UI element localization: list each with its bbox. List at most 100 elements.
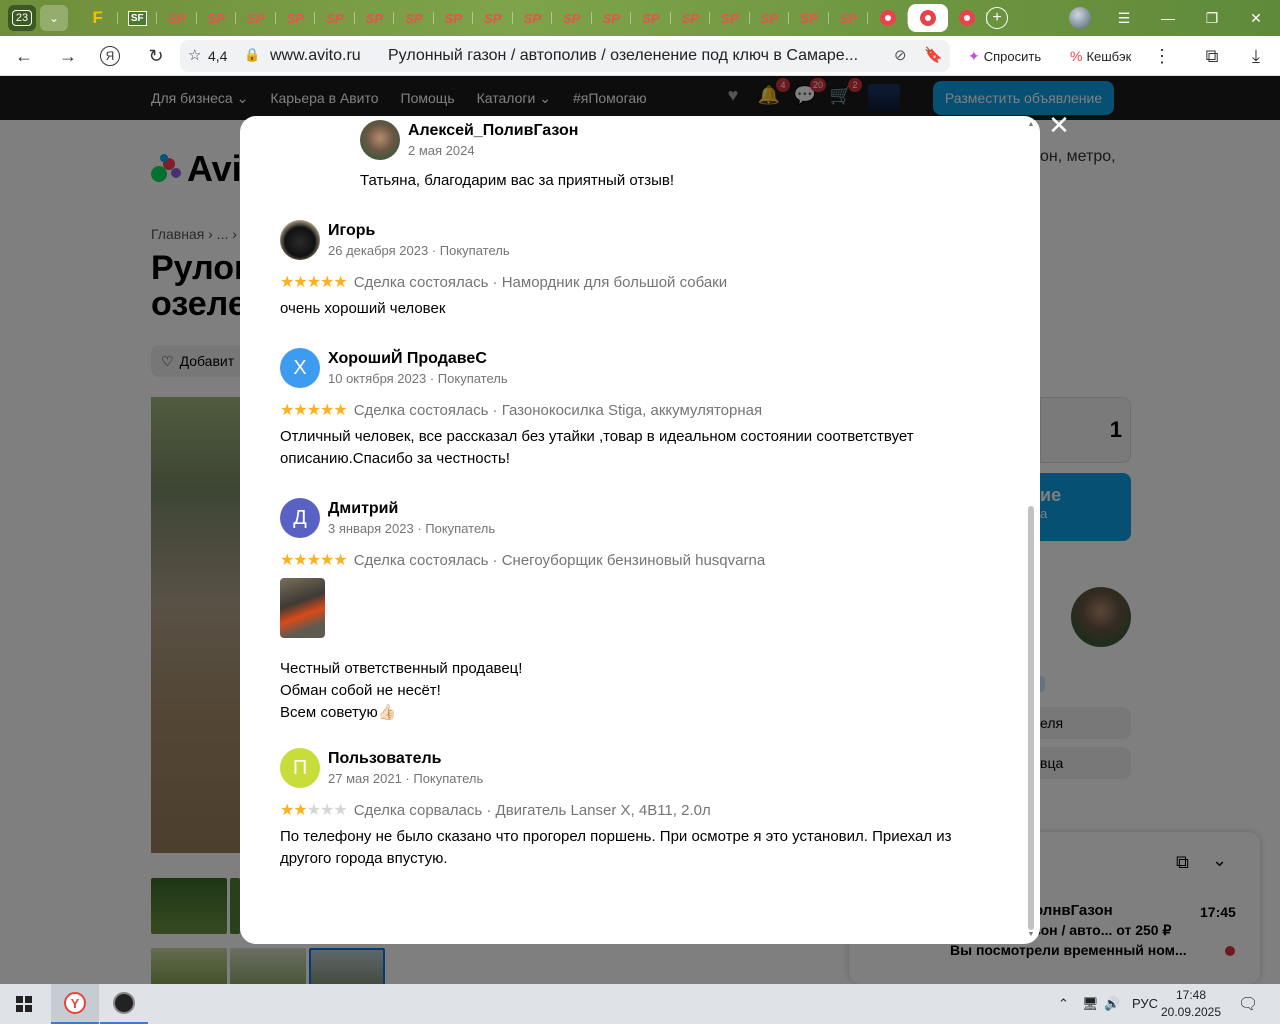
review-rating-row: ★★★★★ Сделка состоялась · Газонокосилка S… [280,400,762,420]
tab-sp[interactable]: SP [473,4,513,32]
clock[interactable]: 17:48 20.09.2025 [1160,987,1222,1021]
clock-time: 17:48 [1175,988,1207,1002]
seller-avatar-small [360,120,400,160]
forward-icon[interactable]: → [56,44,80,68]
notifications-icon[interactable]: 🗨 [1238,994,1258,1014]
more-icon[interactable]: ⋮ [1150,44,1174,68]
download-icon[interactable]: ⤓ [1244,44,1268,68]
browser-tab-strip: 23 ⌄ F SF SP SP SP SP SP SP SP SP SP SP SP SP SP SP SP SP… [0,0,1280,36]
network-icon[interactable]: 🖥 [1082,996,1099,1012]
windows-start-icon[interactable] [0,984,48,1024]
extension-icon[interactable]: ⊘ [894,46,907,64]
scrollbar-thumb[interactable] [1028,506,1034,930]
collections-icon[interactable]: ⧉ [1200,44,1224,68]
tab-sp[interactable]: SP [315,4,355,32]
ask-button[interactable]: ✦ Спросить [962,42,1048,70]
reviewer-name[interactable]: ХорошиЙ ПродавеС [328,350,487,368]
close-window-icon[interactable]: ✕ [1236,0,1276,36]
reviewer-avatar[interactable]: Д [280,498,320,538]
reload-icon[interactable]: ↻ [144,44,168,68]
profile-avatar[interactable] [1069,7,1091,29]
tray-chevron-icon[interactable]: ⌃ [1058,996,1069,1012]
reviewer-avatar[interactable] [280,220,320,260]
tab-record-icon[interactable] [948,4,988,32]
tab-sp[interactable]: SP [829,4,869,32]
browser-menu-icon[interactable]: ☰ [1104,0,1144,36]
star-rating: ★★★★★ [280,802,348,819]
review-text: очень хороший человек [280,300,446,317]
tab-f[interactable]: F [78,4,118,32]
tab-list: F SF SP SP SP SP SP SP SP SP SP SP SP SP SP SP SP SP SP SP [78,4,987,32]
tab-sp[interactable]: SP [236,4,276,32]
review-text: По телефону не было сказано что прогорел… [280,828,952,867]
reply-text: Татьяна, благодарим вас за приятный отзы… [360,172,675,189]
tab-sp[interactable]: SP [513,4,553,32]
review-meta: 26 декабря 2023 · Покупатель [328,243,510,258]
deal-status: Сделка состоялась · Газонокосилка Stiga,… [353,401,763,419]
new-tab-button[interactable]: + [986,7,1008,29]
review-meta: 10 октября 2023 · Покупатель [328,371,508,386]
url-field[interactable]: ☆ 4,4 🔒 www.avito.ru Рулонный газон / ав… [180,40,950,72]
lock-icon[interactable]: 🔒 [244,47,260,63]
url-domain: www.avito.ru [270,47,361,64]
tab-sp[interactable]: SP [355,4,395,32]
volume-icon[interactable]: 🔊 [1104,996,1120,1012]
scroll-up-icon[interactable]: ▲ [1027,121,1035,128]
star-rating: ★★★★★ [280,552,348,569]
cashback-button[interactable]: % Кешбэк [1064,42,1138,70]
ask-label: Спросить [983,48,1042,64]
avatar-initial: Д [293,506,307,529]
tab-count-button[interactable]: 23 [8,5,36,31]
reply-date: 2 мая 2024 [408,143,475,158]
tab-sp[interactable]: SP [631,4,671,32]
tab-sp[interactable]: SP [710,4,750,32]
deal-status: Сделка сорвалась · Двигатель Lanser X, 4… [353,801,711,819]
percent-icon: % [1070,48,1083,64]
yandex-icon[interactable]: Я [100,46,120,66]
tab-sp[interactable]: SP [552,4,592,32]
tab-record-icon[interactable] [868,4,908,32]
tab-list-chevron-icon[interactable]: ⌄ [40,5,68,31]
minimize-icon[interactable]: — [1148,0,1188,36]
back-icon[interactable]: ← [12,44,36,68]
reply-author[interactable]: Алексей_ПоливГазон [408,122,578,140]
star-rating: ★★★★★ [280,274,348,291]
ask-icon: ✦ [968,47,980,64]
reviewer-name[interactable]: Пользователь [328,750,441,768]
tab-sp[interactable]: SP [197,4,237,32]
tab-sp[interactable]: SP [671,4,711,32]
address-bar: ← → Я ↻ ☆ 4,4 🔒 www.avito.ru Рулонный га… [0,36,1280,76]
tab-sp[interactable]: SP [592,4,632,32]
review-meta: 27 мая 2021 · Покупатель [328,771,484,786]
review-text: Честный ответственный продавец! Обман со… [280,660,523,721]
cashback-label: Кешбэк [1086,48,1132,64]
tab-active-record-icon[interactable] [907,4,948,32]
tab-sp[interactable]: SP [394,4,434,32]
language-indicator[interactable]: РУС [1132,996,1158,1011]
tab-sp[interactable]: SP [750,4,790,32]
avatar-initial: Х [293,356,307,379]
scroll-down-icon[interactable]: ▼ [1027,931,1035,938]
reviewer-name[interactable]: Дмитрий [328,500,398,518]
yandex-browser-taskbar-icon[interactable]: Y [51,984,99,1024]
tab-sp[interactable]: SP [157,4,197,32]
close-modal-icon[interactable]: ✕ [1046,112,1072,140]
reviewer-avatar[interactable]: Х [280,348,320,388]
app-taskbar-icon[interactable] [100,984,148,1024]
review-rating-row: ★★★★★ Сделка состоялась · Снегоуборщик бе… [280,550,765,570]
tab-sp[interactable]: SP [276,4,316,32]
tab-sf[interactable]: SF [118,4,158,32]
review-photo[interactable] [280,578,325,638]
tab-sp[interactable]: SP [434,4,474,32]
tab-sp[interactable]: SP [789,4,829,32]
windows-taskbar: Y ⌃ 🖥 🔊 РУС 17:48 20.09.2025 🗨 [0,984,1280,1024]
bookmark-icon[interactable]: 🔖 [924,46,943,64]
review-meta: 3 января 2023 · Покупатель [328,521,496,536]
review-text: Отличный человек, все рассказал без утай… [280,428,914,467]
restore-icon[interactable]: ❐ [1192,0,1232,36]
modal-scrollbar[interactable]: ▲ ▼ [1026,121,1036,938]
reviewer-name[interactable]: Игорь [328,222,375,240]
site-rating: 4,4 [208,48,228,64]
url-page-title: Рулонный газон / автополив / озеленение … [388,47,859,64]
reviewer-avatar[interactable]: П [280,748,320,788]
